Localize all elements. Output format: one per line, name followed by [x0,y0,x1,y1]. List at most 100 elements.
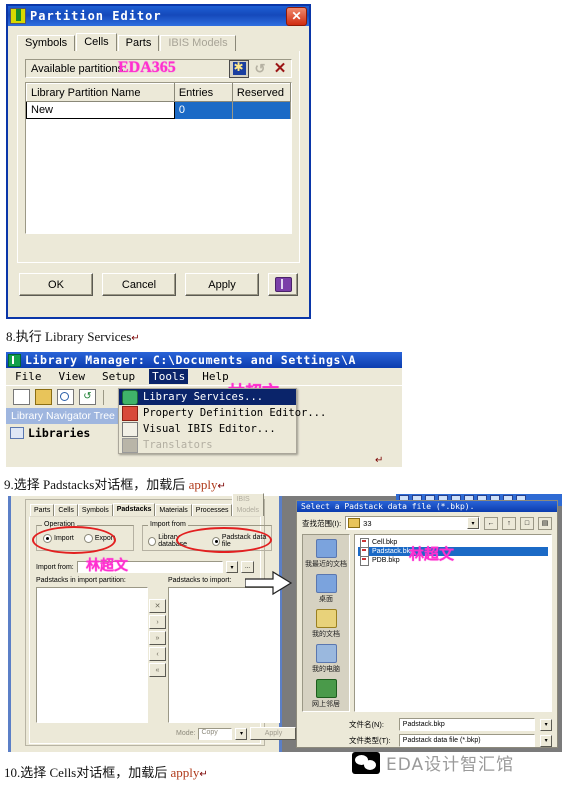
menu-item-library-services[interactable]: Library Services... [119,389,296,405]
file-dialog-bottom: 文件名(N): Padstack.bkp ▾ 文件类型(T): Padstack… [297,712,557,747]
place-desktop-label: 桌面 [319,596,333,603]
tab-parts[interactable]: Parts [117,35,160,51]
filename-row: 文件名(N): Padstack.bkp ▾ [349,718,552,731]
apply-button[interactable]: Apply [185,273,259,296]
cancel-button[interactable]: Cancel [102,273,176,296]
menu-view[interactable]: View [56,369,89,384]
padstacks-in-partition-label: Padstacks in import partition: [36,577,126,584]
place-my-documents[interactable]: 我的文档 [312,609,340,639]
footer-watermark: EDA设计智汇馆 [352,750,514,775]
tab-symbols[interactable]: Symbols [77,504,113,516]
padstacks-apply-button[interactable]: Apply [250,727,297,740]
undo-icon[interactable]: ↺ [251,61,269,77]
footer-watermark-text: EDA设计智汇馆 [386,755,515,775]
place-network-places-label: 网上邻居 [312,701,340,708]
back-icon[interactable]: ← [484,516,498,530]
place-my-computer[interactable]: 我的电脑 [312,644,340,674]
find-icon[interactable] [57,389,74,405]
tab-symbols[interactable]: Symbols [17,35,76,51]
filename-chevron-down-icon[interactable]: ▾ [540,718,552,731]
place-my-documents-label: 我的文档 [312,631,340,638]
column-library-partition-name[interactable]: Library Partition Name [26,83,175,102]
new-folder-icon[interactable]: □ [520,516,534,530]
refresh-icon[interactable]: ↺ [79,389,96,405]
menu-item-visual-ibis-editor[interactable]: Visual IBIS Editor... [119,421,296,437]
place-my-computer-label: 我的电脑 [312,666,340,673]
step-9-en: Padstacks [43,477,95,492]
look-in-combo[interactable]: 33 ▾ [345,516,480,530]
step-10-text: 10.选择 Cells对话框，加载后 apply↵ [4,762,208,781]
up-one-level-icon[interactable]: ↑ [502,516,516,530]
tab-processes[interactable]: Processes [191,504,233,516]
libraries-label: Libraries [28,426,91,440]
chevron-down-icon[interactable]: ▾ [226,561,238,573]
filename-input[interactable]: Padstack.bkp [398,718,536,731]
look-in-row: 查找范围(I): 33 ▾ ← ↑ □ ▤ [297,512,557,530]
menu-file[interactable]: File [12,369,45,384]
new-file-icon[interactable] [13,389,30,405]
mode-chevron-down-icon[interactable]: ▾ [235,727,248,740]
move-right-button[interactable]: › [149,615,166,629]
filetype-chevron-down-icon[interactable]: ▾ [540,734,552,747]
place-network-places[interactable]: 网上邻居 [312,679,340,709]
step-9-apply: apply [188,477,218,492]
move-left-button[interactable]: ‹ [149,647,166,661]
step-8-number: 8. [6,329,16,344]
menu-item-property-definition-editor[interactable]: Property Definition Editor... [119,405,326,421]
partition-editor-window: Partition Editor ✕ Symbols Cells Parts I… [6,4,311,319]
menu-tools[interactable]: Tools [149,369,189,384]
ok-button[interactable]: OK [19,273,93,296]
help-book-button[interactable] [268,273,298,296]
padstacks-in-partition-list[interactable] [36,587,148,723]
views-icon[interactable]: ▤ [538,516,552,530]
tab-cells[interactable]: Cells [76,33,117,51]
menu-item-translators[interactable]: Translators [119,437,296,453]
import-from-legend: Import from [148,521,188,528]
place-desktop[interactable]: 桌面 [315,574,337,604]
remove-button[interactable]: ✕ [149,599,166,613]
padstacks-tab-panel: Operation Import Export Import from Libr… [29,516,297,744]
file-dialog-title: Select a Padstack data file (*.bkp). [297,501,557,512]
step-9-cn2: 对话框，加载后 [94,477,186,492]
filename-label: 文件名(N): [349,720,384,729]
step-9-number: 9. [4,477,14,492]
table-row[interactable]: New 0 [26,101,292,119]
file-icon [360,555,369,566]
place-recent-documents[interactable]: 我最近的文档 [305,539,347,569]
close-icon[interactable]: ✕ [286,6,307,26]
tab-parts[interactable]: Parts [30,504,55,516]
column-reserved[interactable]: Reserved [231,83,292,102]
lin-chaowen-watermark-2: 林超文 [86,559,128,574]
partition-window-icon [10,8,26,24]
move-all-left-button[interactable]: « [149,663,166,677]
menu-help[interactable]: Help [199,369,232,384]
new-partition-icon[interactable] [229,59,249,78]
file-list[interactable]: Cell.bkp Padstack.bkp PDB.bkp 林超文 [354,534,552,712]
menu-item-visual-ibis-label: Visual IBIS Editor... [143,423,276,435]
menu-item-translators-label: Translators [143,439,213,451]
mode-select[interactable]: Copy [198,727,233,740]
filetype-select[interactable]: Padstack data file (*.bkp) [398,734,536,747]
delete-icon[interactable]: ✕ [271,61,289,77]
tab-padstacks[interactable]: Padstacks [112,503,156,516]
column-entries[interactable]: Entries [173,83,233,102]
partition-editor-titlebar: Partition Editor ✕ [8,6,309,26]
file-name: Padstack.bkp [372,548,415,555]
move-all-right-button[interactable]: » [149,631,166,645]
desktop-icon [315,574,337,593]
step-8-en: Library Services [45,329,132,344]
tab-cells[interactable]: Cells [54,504,78,516]
annotation-ellipse-operation [32,526,116,554]
tab-ibis-models: IBIS Models [160,35,236,51]
padstacks-to-import-list[interactable] [168,587,280,723]
look-in-chevron-down-icon[interactable]: ▾ [467,517,479,529]
file-name: PDB.bkp [372,557,400,564]
look-in-value: 33 [363,518,372,528]
menu-item-property-definition-label: Property Definition Editor... [143,407,327,419]
book-icon [274,277,292,292]
available-partitions-bar: Available partitions: EDA365 ↺ ✕ [25,59,292,78]
tab-materials[interactable]: Materials [155,504,192,516]
menu-setup[interactable]: Setup [99,369,138,384]
open-folder-icon[interactable] [35,389,52,405]
cell-partition-name[interactable]: New [26,101,175,119]
